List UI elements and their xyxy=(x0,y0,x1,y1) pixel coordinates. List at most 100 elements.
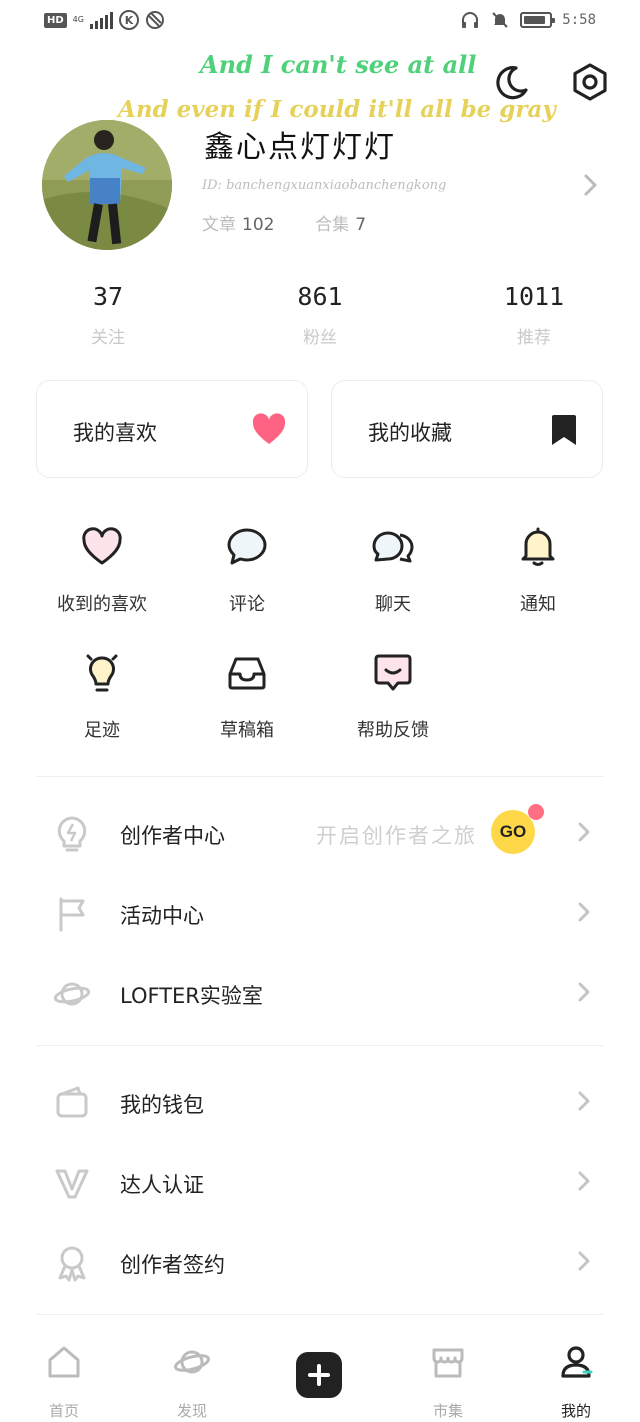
stat-value: 1011 xyxy=(503,282,565,311)
collections-count: 7 xyxy=(355,215,367,235)
divider xyxy=(36,1314,604,1315)
lightning-bulb-icon xyxy=(57,816,87,852)
profile-counts: 文章 102 合集 7 xyxy=(202,210,366,235)
grid-label: 足迹 xyxy=(84,720,120,741)
creator-hint: 开启创作者之旅 xyxy=(316,824,477,848)
mute-bell-icon xyxy=(492,12,508,28)
my-favorites-label: 我的收藏 xyxy=(368,421,452,445)
network-type: 4G xyxy=(72,15,84,24)
home-icon xyxy=(48,1346,80,1378)
chevron-right-icon xyxy=(578,1171,590,1191)
grid-drafts[interactable]: 草稿箱 xyxy=(177,650,317,742)
collections-label: 合集 xyxy=(315,215,350,235)
headphones-icon xyxy=(462,12,479,28)
battery-icon xyxy=(520,12,556,28)
wallet-icon xyxy=(56,1086,88,1118)
row-activity-center[interactable]: 活动中心 xyxy=(0,872,640,952)
chat-bubbles-icon xyxy=(372,531,414,563)
row-expert-certification[interactable]: 达人认证 xyxy=(0,1141,640,1221)
create-post-button[interactable] xyxy=(296,1352,342,1398)
lyric-line-2: And even if I could it'll all be gray xyxy=(118,96,556,123)
planet-icon xyxy=(174,1350,210,1374)
tab-discover[interactable]: 发现 xyxy=(147,1344,237,1421)
grid-label: 评论 xyxy=(229,594,265,615)
chevron-right-icon xyxy=(578,822,590,842)
tab-market[interactable]: 市集 xyxy=(403,1344,493,1421)
grid-label: 帮助反馈 xyxy=(357,720,429,741)
row-wallet[interactable]: 我的钱包 xyxy=(0,1061,640,1141)
go-badge[interactable]: GO xyxy=(491,810,535,854)
plus-icon xyxy=(308,1364,330,1386)
v-badge-icon xyxy=(55,1169,89,1199)
row-label: 我的钱包 xyxy=(120,1093,204,1117)
nickname: 鑫心点灯灯灯 xyxy=(204,130,396,165)
grid-label: 聊天 xyxy=(375,594,411,615)
tab-label: 我的 xyxy=(560,1402,591,1420)
footprint-bulb-icon xyxy=(86,654,118,692)
flag-icon xyxy=(59,897,85,932)
clock: 5:58 xyxy=(562,12,596,28)
lyric-line-1: And I can't see at all xyxy=(200,50,477,79)
vpn-globe-icon xyxy=(145,11,164,29)
grid-footprints[interactable]: 足迹 xyxy=(32,650,172,742)
comment-bubble-icon xyxy=(227,528,267,565)
carrier-k-icon: K xyxy=(118,10,139,30)
articles-count: 102 xyxy=(242,215,275,235)
stat-recommends[interactable]: 1011 推荐 xyxy=(464,282,604,348)
notification-dot xyxy=(528,804,544,820)
tab-home[interactable]: 首页 xyxy=(19,1344,109,1421)
divider xyxy=(36,776,604,777)
award-ribbon-icon xyxy=(58,1246,86,1282)
chevron-right-icon xyxy=(578,902,590,922)
tab-label: 发现 xyxy=(176,1402,207,1420)
row-label: 达人认证 xyxy=(120,1173,204,1197)
heart-outline-icon xyxy=(82,527,122,565)
grid-received-likes[interactable]: 收到的喜欢 xyxy=(32,524,172,616)
stat-value: 861 xyxy=(297,282,343,311)
chevron-right-icon xyxy=(578,1091,590,1111)
row-label: 创作者中心 xyxy=(120,824,225,848)
stat-label: 关注 xyxy=(91,328,125,348)
articles-label: 文章 xyxy=(202,215,236,235)
row-creator-center[interactable]: 创作者中心 开启创作者之旅 GO xyxy=(0,792,640,872)
heart-icon xyxy=(252,413,286,444)
stat-following[interactable]: 37 关注 xyxy=(38,282,178,348)
grid-chat[interactable]: 聊天 xyxy=(323,524,463,616)
row-creator-contract[interactable]: 创作者签约 xyxy=(0,1221,640,1301)
divider xyxy=(36,1045,604,1046)
tab-label: 市集 xyxy=(432,1402,463,1420)
feedback-icon xyxy=(374,654,412,691)
stat-value: 37 xyxy=(92,282,124,311)
grid-label: 收到的喜欢 xyxy=(57,594,147,615)
grid-notifications[interactable]: 通知 xyxy=(468,524,608,616)
grid-label: 通知 xyxy=(520,594,556,615)
settings-icon[interactable] xyxy=(570,62,610,102)
signal-icon xyxy=(89,11,113,29)
stat-label: 粉丝 xyxy=(303,328,337,348)
tab-mine[interactable]: 我的 xyxy=(531,1344,621,1421)
row-label: 创作者签约 xyxy=(120,1253,225,1277)
planet-icon xyxy=(53,982,91,1006)
grid-label: 草稿箱 xyxy=(220,720,274,741)
bell-icon xyxy=(521,527,555,566)
profile-chevron-right-icon[interactable] xyxy=(580,172,600,198)
bookmark-icon xyxy=(552,415,576,445)
chevron-right-icon xyxy=(578,982,590,1002)
my-likes-label: 我的喜欢 xyxy=(73,421,157,445)
my-favorites-card[interactable]: 我的收藏 xyxy=(331,380,603,478)
stat-label: 推荐 xyxy=(517,328,551,348)
user-icon xyxy=(561,1346,593,1378)
grid-help-feedback[interactable]: 帮助反馈 xyxy=(323,650,463,742)
tab-label: 首页 xyxy=(48,1402,79,1420)
hd-badge: HD xyxy=(44,12,67,28)
inbox-tray-icon xyxy=(228,657,266,690)
stat-followers[interactable]: 861 粉丝 xyxy=(250,282,390,348)
grid-comments[interactable]: 评论 xyxy=(177,524,317,616)
my-likes-card[interactable]: 我的喜欢 xyxy=(36,380,308,478)
row-label: LOFTER实验室 xyxy=(120,984,263,1008)
storefront-icon xyxy=(432,1348,464,1378)
avatar[interactable] xyxy=(42,120,172,250)
row-label: 活动中心 xyxy=(120,904,204,928)
user-id: ID: banchengxuanxiaobanchengkong xyxy=(202,178,447,193)
row-lofter-lab[interactable]: LOFTER实验室 xyxy=(0,952,640,1032)
